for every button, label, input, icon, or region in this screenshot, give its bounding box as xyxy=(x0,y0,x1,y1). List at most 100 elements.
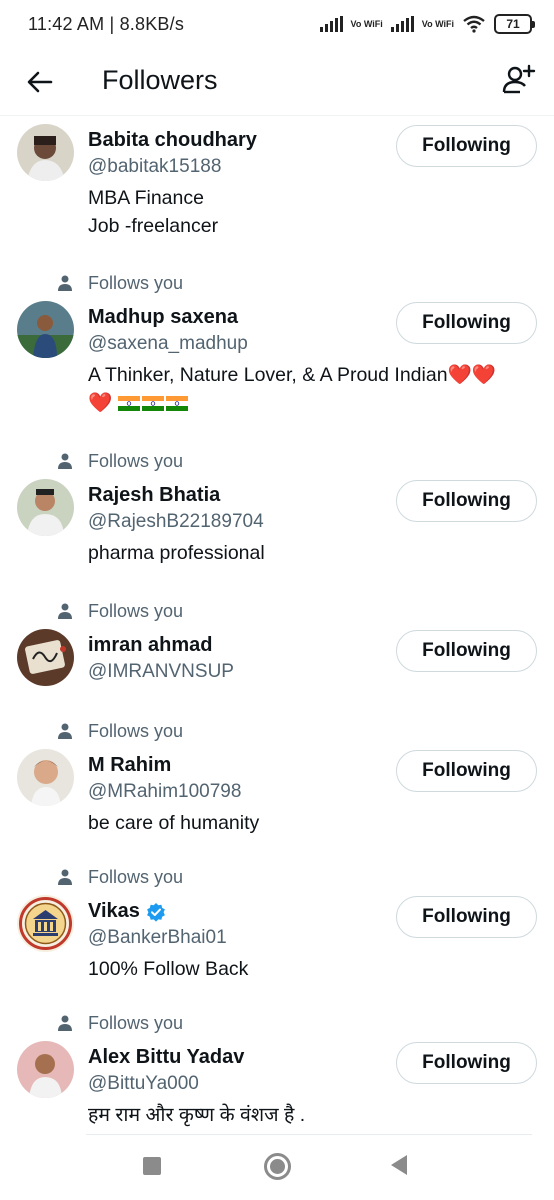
back-arrow-icon[interactable] xyxy=(24,66,56,98)
bio-line: A Thinker, Nature Lover, & A Proud India… xyxy=(88,361,538,389)
status-time-speed: 11:42 AM | 8.8KB/s xyxy=(28,13,185,34)
person-icon xyxy=(58,723,72,739)
follows-you-row: Follows you xyxy=(56,865,183,889)
person-icon xyxy=(58,603,72,619)
add-user-icon[interactable] xyxy=(500,62,538,100)
following-button[interactable]: Following xyxy=(396,302,537,344)
user-name-text: imran ahmad xyxy=(88,634,213,656)
vowifi-label: Vo WiFi xyxy=(421,18,454,29)
bio-text: A Thinker, Nature Lover, & A Proud India… xyxy=(88,364,448,386)
heart-icon: ❤️ xyxy=(88,392,113,414)
user-name-text: Alex Bittu Yadav xyxy=(88,1046,245,1068)
signal-icon xyxy=(390,16,414,32)
user-bio: A Thinker, Nature Lover, & A Proud India… xyxy=(88,361,538,417)
wifi-icon xyxy=(463,15,485,33)
bio-line: be care of humanity xyxy=(88,812,260,834)
vowifi-icon: Vo WiFi xyxy=(421,18,454,29)
verified-badge-icon xyxy=(147,902,165,922)
screen: 11:42 AM | 8.8KB/s Vo WiFi Vo WiFi 71 Fo… xyxy=(0,0,554,1200)
bio-line: pharma professional xyxy=(88,542,265,564)
vowifi-icon: Vo WiFi xyxy=(350,18,383,29)
list-item[interactable]: Follows you Madhup saxena @saxena_madhup… xyxy=(0,268,554,426)
follows-you-row: Follows you xyxy=(56,599,183,623)
list-item[interactable]: Follows you Rajesh Bhatia @RajeshB221897… xyxy=(0,446,554,576)
person-icon xyxy=(58,453,72,469)
follows-you-label: Follows you xyxy=(88,450,184,471)
follows-you-row: Follows you xyxy=(56,719,183,743)
follows-you-label: Follows you xyxy=(88,720,184,741)
page-title: Followers xyxy=(102,65,218,95)
india-flag-icon xyxy=(117,396,140,411)
following-button[interactable]: Following xyxy=(396,480,537,522)
avatar[interactable] xyxy=(17,124,74,181)
list-item[interactable]: Follows you Vikas @BankerBhai01 100% Fol… xyxy=(0,862,554,1002)
user-name[interactable]: imran ahmad xyxy=(88,634,212,657)
list-item[interactable]: Babita choudhary @babitak15188 MBA Finan… xyxy=(0,116,554,256)
person-icon xyxy=(58,869,72,885)
battery-icon: 71 xyxy=(494,14,535,34)
follows-you-label: Follows you xyxy=(88,600,184,621)
user-name[interactable]: Rajesh Bhatia xyxy=(88,484,220,507)
avatar[interactable] xyxy=(17,629,74,686)
avatar[interactable] xyxy=(17,749,74,806)
list-item[interactable]: Follows you M Rahim @MRahim100798 be car… xyxy=(0,716,554,856)
user-name[interactable]: Madhup saxena xyxy=(88,306,238,329)
user-bio: pharma professional xyxy=(88,539,538,567)
vowifi-label: Vo WiFi xyxy=(350,18,383,29)
user-name-text: Babita choudhary xyxy=(88,129,257,151)
follows-you-row: Follows you xyxy=(56,271,183,295)
back-icon[interactable] xyxy=(391,1155,407,1175)
user-handle[interactable]: @saxena_madhup xyxy=(88,333,248,355)
heart-icon: ❤️❤️ xyxy=(447,364,497,386)
battery-level: 71 xyxy=(506,17,520,31)
app-header: Followers xyxy=(0,48,554,116)
following-button[interactable]: Following xyxy=(396,750,537,792)
following-button[interactable]: Following xyxy=(396,896,537,938)
india-flag-icon xyxy=(165,396,188,411)
follows-you-label: Follows you xyxy=(88,1012,184,1033)
bio-emoji-line: ❤️ xyxy=(88,389,538,417)
following-button[interactable]: Following xyxy=(396,125,537,167)
home-icon[interactable] xyxy=(264,1153,291,1180)
user-name-text: Madhup saxena xyxy=(88,306,239,328)
user-handle[interactable]: @BittuYa000 xyxy=(88,1073,199,1095)
user-handle[interactable]: @BankerBhai01 xyxy=(88,927,227,949)
bio-line: Job -freelancer xyxy=(88,215,219,237)
bio-line: हम राम और कृष्ण के वंशज है . xyxy=(88,1104,306,1126)
user-handle[interactable]: @RajeshB22189704 xyxy=(88,511,264,533)
user-bio: हम राम और कृष्ण के वंशज है . xyxy=(88,1101,538,1129)
bio-line: MBA Finance xyxy=(88,187,204,209)
follows-you-row: Follows you xyxy=(56,449,183,473)
user-name-text: M Rahim xyxy=(88,754,172,776)
signal-icon xyxy=(319,16,343,32)
user-name[interactable]: Vikas xyxy=(88,900,166,923)
user-handle[interactable]: @IMRANVNSUP xyxy=(88,661,234,683)
avatar[interactable] xyxy=(17,895,74,952)
user-name[interactable]: Alex Bittu Yadav xyxy=(88,1046,244,1069)
following-button[interactable]: Following xyxy=(396,1042,537,1084)
follows-you-label: Follows you xyxy=(88,272,184,293)
user-name[interactable]: M Rahim xyxy=(88,754,171,777)
user-bio: be care of humanity xyxy=(88,809,538,837)
user-bio: 100% Follow Back xyxy=(88,955,538,983)
following-button[interactable]: Following xyxy=(396,630,537,672)
user-handle[interactable]: @MRahim100798 xyxy=(88,781,241,803)
person-icon xyxy=(58,1015,72,1031)
followers-list: Babita choudhary @babitak15188 MBA Finan… xyxy=(0,116,554,1134)
status-icons: Vo WiFi Vo WiFi 71 xyxy=(319,14,535,34)
list-item[interactable]: Follows you Alex Bittu Yadav @BittuYa000… xyxy=(0,1008,554,1134)
avatar[interactable] xyxy=(17,1041,74,1098)
avatar[interactable] xyxy=(17,479,74,536)
system-nav-bar xyxy=(0,1135,554,1200)
follows-you-row: Follows you xyxy=(56,1011,183,1035)
user-name-text: Rajesh Bhatia xyxy=(88,484,221,506)
recents-icon[interactable] xyxy=(143,1157,161,1175)
user-handle[interactable]: @babitak15188 xyxy=(88,156,221,178)
list-item[interactable]: Follows you imran ahmad @IMRANVNSUP Foll… xyxy=(0,596,554,706)
user-name[interactable]: Babita choudhary xyxy=(88,129,257,152)
user-bio: MBA Finance Job -freelancer xyxy=(88,184,538,240)
avatar[interactable] xyxy=(17,301,74,358)
india-flag-icon xyxy=(141,396,164,411)
bio-line: 100% Follow Back xyxy=(88,958,249,980)
person-icon xyxy=(58,275,72,291)
